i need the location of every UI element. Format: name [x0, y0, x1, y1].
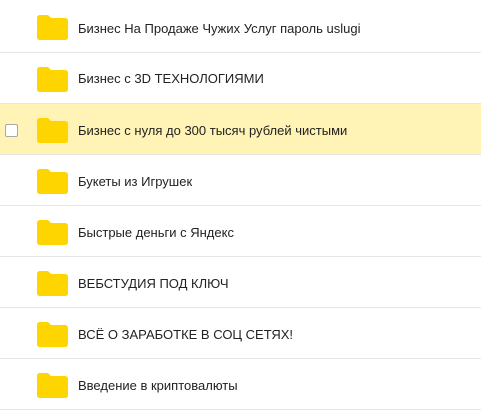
list-item[interactable]: ВЕБСТУДИЯ ПОД КЛЮЧ [0, 257, 481, 308]
folder-name[interactable]: Быстрые деньги с Яндекс [78, 225, 234, 241]
list-item[interactable]: Букеты из Игрушек [0, 155, 481, 206]
select-checkbox[interactable] [5, 124, 18, 137]
list-item[interactable]: ВСЁ О ЗАРАБОТКЕ В СОЦ СЕТЯХ! [0, 308, 481, 359]
folder-name[interactable]: ВСЁ О ЗАРАБОТКЕ В СОЦ СЕТЯХ! [78, 327, 293, 343]
list-item[interactable]: Бизнес На Продаже Чужих Услуг пароль usl… [0, 2, 481, 53]
folder-name[interactable]: Букеты из Игрушек [78, 174, 192, 190]
list-item[interactable]: Введение в криптовалюты [0, 359, 481, 410]
folder-name[interactable]: Бизнес На Продаже Чужих Услуг пароль usl… [78, 21, 360, 37]
folder-name[interactable]: Введение в криптовалюты [78, 378, 238, 394]
list-item[interactable]: Бизнес с нуля до 300 тысяч рублей чистым… [0, 104, 481, 155]
file-list: Бизнес На Продаже Чужих Услуг пароль usl… [0, 0, 481, 411]
folder-name[interactable]: Бизнес с 3D ТЕХНОЛОГИЯМИ [78, 71, 264, 87]
list-item[interactable]: Бизнес с 3D ТЕХНОЛОГИЯМИ [0, 53, 481, 104]
folder-icon [37, 373, 68, 398]
folder-icon [37, 15, 68, 40]
folder-icon [37, 271, 68, 296]
folder-icon [37, 220, 68, 245]
folder-icon [37, 67, 68, 92]
list-item[interactable]: Быстрые деньги с Яндекс [0, 206, 481, 257]
folder-icon [37, 169, 68, 194]
folder-icon [37, 118, 68, 143]
folder-name[interactable]: ВЕБСТУДИЯ ПОД КЛЮЧ [78, 276, 229, 292]
folder-name[interactable]: Бизнес с нуля до 300 тысяч рублей чистым… [78, 123, 347, 139]
folder-icon [37, 322, 68, 347]
